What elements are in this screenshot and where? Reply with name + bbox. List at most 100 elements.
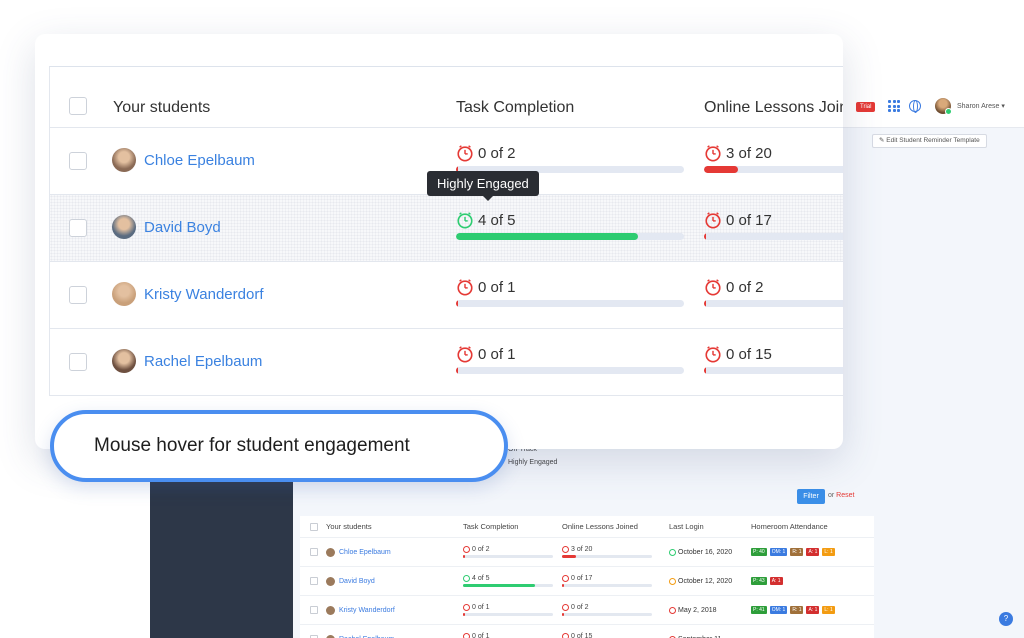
student-name-link[interactable]: David Boyd xyxy=(339,578,375,585)
attendance-badge: A: 1 xyxy=(769,577,783,585)
filter-button[interactable]: Filter xyxy=(797,489,825,504)
lessons-joined-value: 0 of 15 xyxy=(704,345,843,363)
row-checkbox[interactable] xyxy=(310,548,318,556)
student-cell[interactable]: Kristy Wanderdorf xyxy=(112,282,263,306)
last-login: May 2, 2018 xyxy=(678,606,717,614)
student-name-link[interactable]: Chloe Epelbaum xyxy=(144,152,255,169)
clock-icon xyxy=(562,546,569,553)
lessons-progress-fill xyxy=(704,367,707,374)
lessons-joined-value: 0 of 2 xyxy=(704,278,843,296)
engagement-clock-icon xyxy=(705,346,721,363)
attendance-badge: A: 1 xyxy=(806,606,820,614)
clock-icon xyxy=(669,577,676,585)
or-reset: or Reset xyxy=(828,492,855,499)
task-progress-bar xyxy=(456,233,684,240)
task-completion-value: 0 of 2 xyxy=(456,144,684,162)
engagement-clock-icon xyxy=(705,212,721,229)
table-row[interactable]: Kristy Wanderdorf 0 of 1 0 of 2 xyxy=(49,262,843,329)
clock-icon xyxy=(463,633,470,638)
task-progress-bar xyxy=(456,300,684,307)
table-header: Your students Task Completion Online Les… xyxy=(300,516,874,538)
task-completion-value: 0 of 1 xyxy=(456,278,684,296)
clock-icon xyxy=(669,606,676,614)
lessons-count: 3 of 20 xyxy=(726,144,772,162)
apps-grid-icon[interactable] xyxy=(888,100,900,112)
task-completion-cell[interactable]: 0 of 1 xyxy=(456,278,684,307)
attendance-cell: P: 41 OM: 1 R: 1 A: 1 L: 1 xyxy=(751,606,874,614)
lessons-joined-cell[interactable]: 0 of 17 xyxy=(704,211,843,240)
user-menu[interactable]: Sharon Arese ▾ xyxy=(957,102,1005,110)
lessons-joined-value: 0 of 17 xyxy=(704,211,843,229)
task-completion-value: 0 of 1 xyxy=(456,345,684,363)
help-icon[interactable]: ? xyxy=(999,612,1013,626)
table-row[interactable]: Chloe Epelbaum 0 of 2 3 of 20 October 16, 2… xyxy=(300,538,874,567)
hover-callout: Mouse hover for student engagement xyxy=(50,410,508,482)
engagement-clock-icon xyxy=(705,145,721,162)
task-completion-cell[interactable]: 0 of 1 xyxy=(456,345,684,374)
student-name-link[interactable]: Rachel Epelbaum xyxy=(144,353,262,370)
attendance-badge: R: 1 xyxy=(790,548,804,556)
student-name-link[interactable]: Chloe Epelbaum xyxy=(339,549,391,556)
student-name-link[interactable]: David Boyd xyxy=(144,219,221,236)
student-cell[interactable]: Chloe Epelbaum xyxy=(112,148,255,172)
task-progress-fill xyxy=(456,367,459,374)
lessons-count: 0 of 2 xyxy=(571,604,589,611)
user-avatar[interactable] xyxy=(935,98,952,115)
attendance-badge: L: 1 xyxy=(822,606,835,614)
table-row[interactable]: Kristy Wanderdorf 0 of 1 0 of 2 May 2, 2018… xyxy=(300,596,874,625)
student-cell[interactable]: David Boyd xyxy=(112,215,221,239)
task-completion-cell[interactable]: 4 of 5 xyxy=(456,211,684,240)
row-checkbox[interactable] xyxy=(69,286,87,304)
table-row[interactable]: Rachel Epelbaum 0 of 1 0 of 15 xyxy=(49,329,843,396)
attendance-badge: OM: 1 xyxy=(769,606,788,614)
legend-highly-engaged: Highly Engaged xyxy=(508,459,558,466)
lessons-count: 0 of 17 xyxy=(571,575,593,582)
dark-side-panel xyxy=(150,480,293,638)
background-students-table: Your students Task Completion Online Les… xyxy=(300,516,874,638)
reset-link[interactable]: Reset xyxy=(836,492,854,499)
task-count: 4 of 5 xyxy=(478,211,516,229)
table-row[interactable]: Rachel Epelbaum0 of 10 of 15September 11 xyxy=(300,625,874,638)
avatar xyxy=(326,605,335,615)
lessons-joined-cell[interactable]: 0 of 15 xyxy=(704,345,843,374)
attendance-cell: P: 40 OM: 1 R: 1 A: 1 L: 1 xyxy=(751,548,874,556)
row-checkbox[interactable] xyxy=(69,219,87,237)
table-row[interactable]: David Boyd 4 of 5 0 of 17 xyxy=(49,195,843,262)
clock-icon xyxy=(562,575,569,582)
clock-icon xyxy=(562,633,569,638)
globe-icon[interactable] xyxy=(909,100,921,113)
avatar xyxy=(112,349,136,373)
avatar xyxy=(112,215,136,239)
lessons-joined-value: 3 of 20 xyxy=(704,144,843,162)
callout-text: Mouse hover for student engagement xyxy=(94,435,410,456)
edit-reminder-template-button[interactable]: ✎ Edit Student Reminder Template xyxy=(872,134,987,148)
task-completion-cell[interactable]: 0 of 2 xyxy=(456,144,684,173)
table-row[interactable]: David Boyd 4 of 5 0 of 17 October 12, 2020 P… xyxy=(300,567,874,596)
task-progress-fill xyxy=(456,233,639,240)
attendance-cell: P: 43 A: 1 xyxy=(751,577,874,585)
student-name-link[interactable]: Kristy Wanderdorf xyxy=(144,286,263,303)
avatar xyxy=(112,148,136,172)
lessons-progress-bar xyxy=(704,367,843,374)
lessons-progress-fill xyxy=(704,300,707,307)
select-all-checkbox[interactable] xyxy=(310,522,318,531)
row-checkbox[interactable] xyxy=(310,577,318,585)
row-checkbox[interactable] xyxy=(69,152,87,170)
row-checkbox[interactable] xyxy=(69,353,87,371)
lessons-joined-cell[interactable]: 3 of 20 xyxy=(704,144,843,173)
students-table: Your students Task Completion Online Les… xyxy=(49,66,843,396)
task-count: 0 of 1 xyxy=(478,345,516,363)
lessons-count: 0 of 17 xyxy=(726,211,772,229)
select-all-checkbox[interactable] xyxy=(69,97,87,115)
engagement-clock-icon xyxy=(705,279,721,296)
student-name-link[interactable]: Kristy Wanderdorf xyxy=(339,607,395,614)
attendance-badge: L: 1 xyxy=(822,548,835,556)
task-progress-bar xyxy=(456,367,684,374)
lessons-count: 0 of 15 xyxy=(571,633,593,638)
last-login: October 12, 2020 xyxy=(678,577,733,585)
task-count: 0 of 2 xyxy=(478,144,516,162)
lessons-joined-cell[interactable]: 0 of 2 xyxy=(704,278,843,307)
avatar xyxy=(326,547,335,557)
row-checkbox[interactable] xyxy=(310,606,318,614)
student-cell[interactable]: Rachel Epelbaum xyxy=(112,349,262,373)
